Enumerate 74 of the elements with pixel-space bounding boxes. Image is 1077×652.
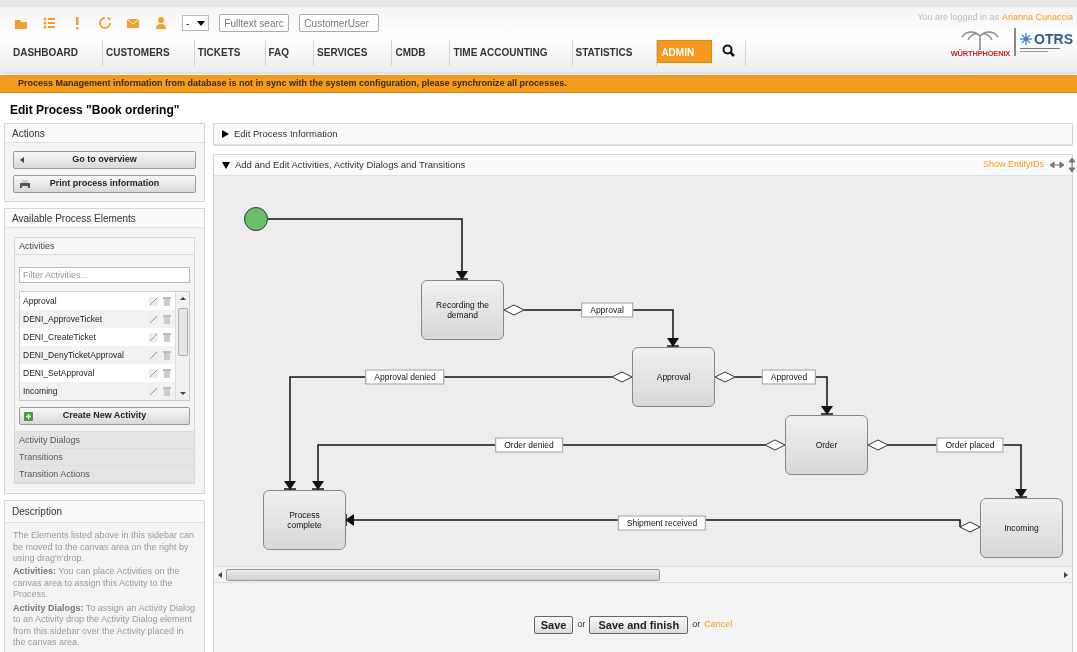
printer-icon [20, 179, 30, 189]
pencil-icon[interactable] [149, 314, 158, 324]
activity-node[interactable]: Recording the demand [421, 280, 504, 340]
transition-label[interactable]: Shipment received [617, 515, 707, 531]
activity-node[interactable]: Order [785, 415, 868, 475]
canvas-scrollbar[interactable] [214, 566, 1072, 582]
description-text: The Elements listed above in this sidebar can be moved to the canvas area on the right by using drag'n'drop. [13, 530, 196, 565]
panel-title: Available Process Elements [5, 209, 204, 228]
or-text: or [692, 618, 701, 632]
list-scrollbar[interactable] [175, 292, 189, 400]
activity-list-item[interactable]: DENI_CreateTicket [23, 330, 149, 344]
start-event-icon[interactable] [244, 207, 268, 231]
accordion-header[interactable]: Activity Dialogs [15, 432, 194, 450]
queue-select[interactable]: - [182, 15, 210, 31]
nav-tab[interactable]: DASHBOARD [10, 40, 98, 63]
trash-icon[interactable] [163, 368, 171, 378]
trash-icon[interactable] [163, 332, 171, 342]
caret-left-icon [20, 157, 24, 163]
customer-user-field[interactable]: CustomerUser [299, 14, 380, 32]
transition-label[interactable]: Approval [581, 302, 633, 318]
horizontal-resize-icon[interactable] [1050, 161, 1064, 169]
filter-activities-field[interactable]: Filter Activities... [19, 267, 190, 283]
create-activity-button[interactable]: Create New Activity [19, 407, 190, 425]
trash-icon[interactable] [163, 314, 171, 324]
otrs-logo-text: OTRS [1034, 32, 1073, 47]
pencil-icon[interactable] [149, 296, 158, 306]
nav-tab[interactable]: TICKETS [194, 40, 261, 63]
transition-label[interactable]: Approval denied [365, 369, 445, 385]
transition-label[interactable]: Order placed [936, 437, 1004, 453]
transition-label[interactable]: Approved [761, 369, 817, 385]
activity-node[interactable]: Incoming [980, 498, 1063, 558]
nav-tab[interactable]: SERVICES [314, 40, 388, 63]
plus-icon [24, 412, 33, 421]
person-icon[interactable] [154, 16, 168, 30]
search-icon[interactable] [722, 44, 736, 57]
sync-warning-banner: Process Management information from database is not in sync with the system configuration, please synchronize all processes. [0, 75, 1077, 93]
save-and-finish-button[interactable]: Save and finish [589, 616, 689, 634]
pencil-icon[interactable] [149, 332, 158, 342]
pencil-icon[interactable] [149, 386, 158, 396]
section-toggle[interactable]: Add and Edit Activities, Activity Dialogs and Transitions [222, 157, 466, 173]
nav-tab[interactable]: TIME ACCOUNTING [450, 40, 568, 63]
pencil-icon[interactable] [149, 350, 158, 360]
activity-node[interactable]: Approval [632, 347, 715, 407]
save-button[interactable]: Save [533, 616, 574, 634]
panel-title: Actions [5, 124, 204, 143]
section-toggle[interactable]: Edit Process Information [222, 126, 338, 142]
description-text: Activities: You can place Activities on the canvas area to assign this Activity to the Process. [13, 566, 181, 601]
transition-label[interactable]: Order denied [495, 437, 563, 453]
trash-icon[interactable] [163, 350, 171, 360]
refresh-icon[interactable] [98, 16, 112, 30]
vertical-resize-icon[interactable] [1068, 158, 1076, 172]
envelope-icon[interactable] [126, 16, 140, 30]
trash-icon[interactable] [163, 386, 171, 396]
activity-list-item[interactable]: DENI_SetApproval [23, 366, 149, 380]
panel-title: Description [5, 501, 204, 524]
description-text: Activity Dialogs: To assign an Activity Dialog to an Activity drop the Activity Dialog element from this sidebar over the Activity placed in the canvas area. [13, 602, 196, 649]
nav-tab[interactable]: CUSTOMERS [103, 40, 190, 63]
list-icon[interactable] [42, 16, 56, 30]
pencil-icon[interactable] [149, 368, 158, 378]
accordion-header[interactable]: Transitions [15, 449, 194, 467]
page-title: Edit Process "Book ordering" [9, 102, 181, 118]
asterisk-icon [1020, 33, 1033, 46]
sidebar-action-button[interactable]: Go to overview [13, 151, 196, 169]
trash-icon[interactable] [163, 296, 171, 306]
fulltext-search-field[interactable]: Fulltext searc [219, 14, 290, 32]
nav-tab[interactable]: STATISTICS [572, 40, 653, 63]
accordion-header[interactable]: Activities [15, 238, 194, 255]
activity-list-item[interactable]: Approval [23, 294, 149, 308]
sidebar-action-button[interactable]: Print process information [13, 175, 196, 193]
nav-tab[interactable]: CMDB [392, 40, 446, 63]
activity-node[interactable]: Process complete [263, 490, 346, 550]
or-text: or [577, 618, 586, 632]
nav-tab[interactable]: FAQ [265, 40, 310, 63]
accordion-header[interactable]: Transition Actions [15, 466, 194, 484]
